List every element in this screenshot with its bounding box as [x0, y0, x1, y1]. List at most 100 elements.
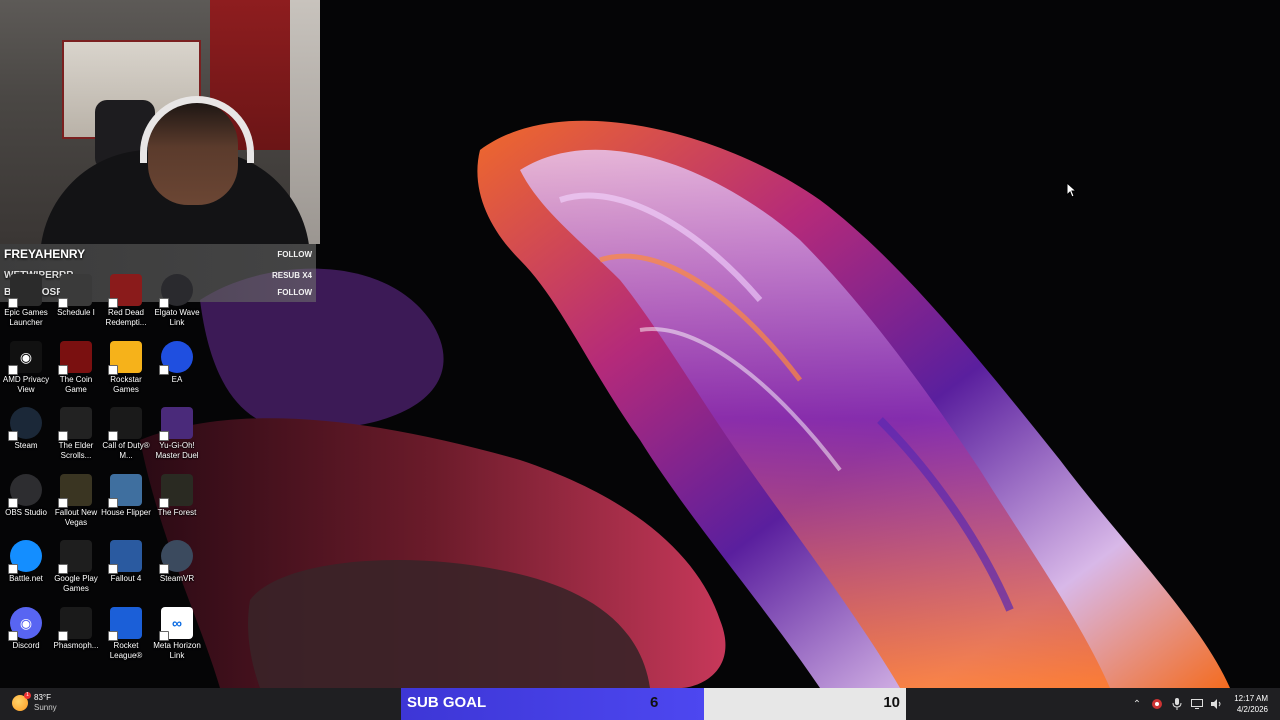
desktop-icon-label: Call of Duty® M... — [102, 441, 150, 460]
chevron-up-icon[interactable]: ⌃ — [1130, 697, 1144, 711]
desktop-icon-discord[interactable]: ◉ Discord — [0, 607, 52, 651]
rockstar-icon — [108, 341, 142, 375]
shortcut-badge-icon — [108, 498, 118, 508]
desktop-icon-meta[interactable]: ∞ Meta Horizon Link — [151, 607, 203, 661]
desktop-icon-label: Epic Games Launcher — [4, 308, 48, 327]
shortcut-badge-icon — [58, 564, 68, 574]
meta-icon: ∞ — [159, 607, 193, 641]
desktop-icon-label: The Forest — [157, 508, 197, 517]
desktop-icon-red-dead[interactable]: Red Dead Redempti... — [100, 274, 152, 328]
desktop-icon-yugioh[interactable]: Yu-Gi-Oh! Master Duel — [151, 407, 203, 461]
desktop-icon-label: Battle.net — [9, 574, 43, 583]
sub-goal-target: 10 — [883, 694, 900, 711]
event-action: RESUB X4 — [271, 271, 312, 280]
shortcut-badge-icon — [58, 631, 68, 641]
desktop-icon-steam[interactable]: Steam — [0, 407, 52, 451]
desktop-icon-house-flipper[interactable]: House Flipper — [100, 474, 152, 518]
desktop-icon-label: Red Dead Redempti... — [105, 308, 147, 327]
discord-icon: ◉ — [8, 607, 42, 641]
microphone-icon[interactable] — [1170, 697, 1184, 711]
the-forest-icon — [159, 474, 193, 508]
desktop-icon-epic-games[interactable]: Epic Games Launcher — [0, 274, 52, 328]
desktop-icon-ea[interactable]: EA — [151, 341, 203, 385]
shortcut-badge-icon — [159, 631, 169, 641]
desktop-icon-call-of-duty[interactable]: Call of Duty® M... — [100, 407, 152, 461]
desktop-icon-label: Rockstar Games — [110, 375, 142, 394]
desktop-icon-label: The Elder Scrolls... — [58, 441, 94, 460]
coin-game-icon — [58, 341, 92, 375]
red-dead-icon — [108, 274, 142, 308]
desktop-icon-phasmophobia[interactable]: Phasmoph... — [50, 607, 102, 651]
steam-icon — [8, 407, 42, 441]
sub-goal-label: SUB GOAL — [407, 694, 487, 711]
weather-alert-badge: 1 — [24, 692, 31, 699]
network-icon[interactable] — [1190, 697, 1204, 711]
elder-scrolls-icon — [58, 407, 92, 441]
desktop-icon-rockstar[interactable]: Rockstar Games — [100, 341, 152, 395]
shortcut-badge-icon — [108, 564, 118, 574]
sub-goal-bar: SUB GOAL 6 10 — [401, 688, 906, 720]
desktop-icon-schedule-one[interactable]: Schedule I — [50, 274, 102, 318]
desktop-icon-label: OBS Studio — [5, 508, 47, 517]
desktop-icon-label: Fallout New Vegas — [54, 508, 98, 527]
shortcut-badge-icon — [8, 631, 18, 641]
shortcut-badge-icon — [58, 298, 68, 308]
system-clock[interactable]: 12:17 AM 4/2/2026 — [1234, 693, 1268, 715]
sub-goal-current: 6 — [650, 694, 659, 711]
desktop-icon-coin-game[interactable]: The Coin Game — [50, 341, 102, 395]
desktop-icon-label: SteamVR — [159, 574, 195, 583]
recording-status-icon[interactable] — [1150, 697, 1164, 711]
ea-icon — [159, 341, 193, 375]
event-name: FREYAHENRY — [4, 247, 86, 261]
epic-games-icon — [8, 274, 42, 308]
shortcut-badge-icon — [58, 365, 68, 375]
shortcut-badge-icon — [58, 431, 68, 441]
weather-description: Sunny — [34, 703, 57, 712]
desktop-icon-label: AMD Privacy View — [2, 375, 50, 394]
yugioh-icon — [159, 407, 193, 441]
clock-date: 4/2/2026 — [1236, 705, 1268, 714]
webcam-overlay — [0, 0, 320, 244]
desktop-icon-fallout4[interactable]: Fallout 4 — [100, 540, 152, 584]
shortcut-badge-icon — [159, 431, 169, 441]
desktop-icon-label: Google Play Games — [54, 574, 98, 593]
desktop-icon-the-forest[interactable]: The Forest — [151, 474, 203, 518]
weather-widget[interactable]: 1 83°F Sunny — [12, 692, 57, 713]
obs-icon — [8, 474, 42, 508]
house-flipper-icon — [108, 474, 142, 508]
desktop-icon-obs[interactable]: OBS Studio — [0, 474, 52, 518]
desktop: FREYAHENRY FOLLOW WETWIPERRR RESUB X4 BR… — [0, 0, 1280, 720]
volume-icon[interactable] — [1210, 697, 1224, 711]
desktop-icon-label: Meta Horizon Link — [153, 641, 201, 660]
shortcut-badge-icon — [8, 298, 18, 308]
wave-link-icon — [159, 274, 193, 308]
shortcut-badge-icon — [159, 298, 169, 308]
desktop-icon-label: Phasmoph... — [53, 641, 99, 650]
desktop-icon-steamvr[interactable]: SteamVR — [151, 540, 203, 584]
desktop-icon-battlenet[interactable]: Battle.net — [0, 540, 52, 584]
steamvr-icon — [159, 540, 193, 574]
schedule-one-icon — [58, 274, 92, 308]
desktop-icon-label: House Flipper — [101, 508, 151, 517]
shortcut-badge-icon — [108, 431, 118, 441]
desktop-icon-rocket-league[interactable]: Rocket League® — [100, 607, 152, 661]
desktop-icon-label: The Coin Game — [59, 375, 93, 394]
google-play-games-icon — [58, 540, 92, 574]
event-action: FOLLOW — [277, 249, 312, 259]
shortcut-badge-icon — [8, 431, 18, 441]
desktop-icon-eye[interactable]: ◉ AMD Privacy View — [0, 341, 52, 395]
sun-icon: 1 — [12, 692, 31, 711]
fallout-nv-icon — [58, 474, 92, 508]
fallout4-icon — [108, 540, 142, 574]
eye-icon: ◉ — [8, 341, 42, 375]
shortcut-badge-icon — [108, 298, 118, 308]
desktop-icon-wave-link[interactable]: Elgato Wave Link — [151, 274, 203, 328]
desktop-icon-elder-scrolls[interactable]: The Elder Scrolls... — [50, 407, 102, 461]
event-action: FOLLOW — [277, 288, 312, 297]
desktop-icon-fallout-nv[interactable]: Fallout New Vegas — [50, 474, 102, 528]
rocket-league-icon — [108, 607, 142, 641]
desktop-icon-label: EA — [171, 375, 183, 384]
desktop-icon-google-play-games[interactable]: Google Play Games — [50, 540, 102, 594]
phasmophobia-icon — [58, 607, 92, 641]
system-tray: ⌃ — [1130, 688, 1224, 720]
